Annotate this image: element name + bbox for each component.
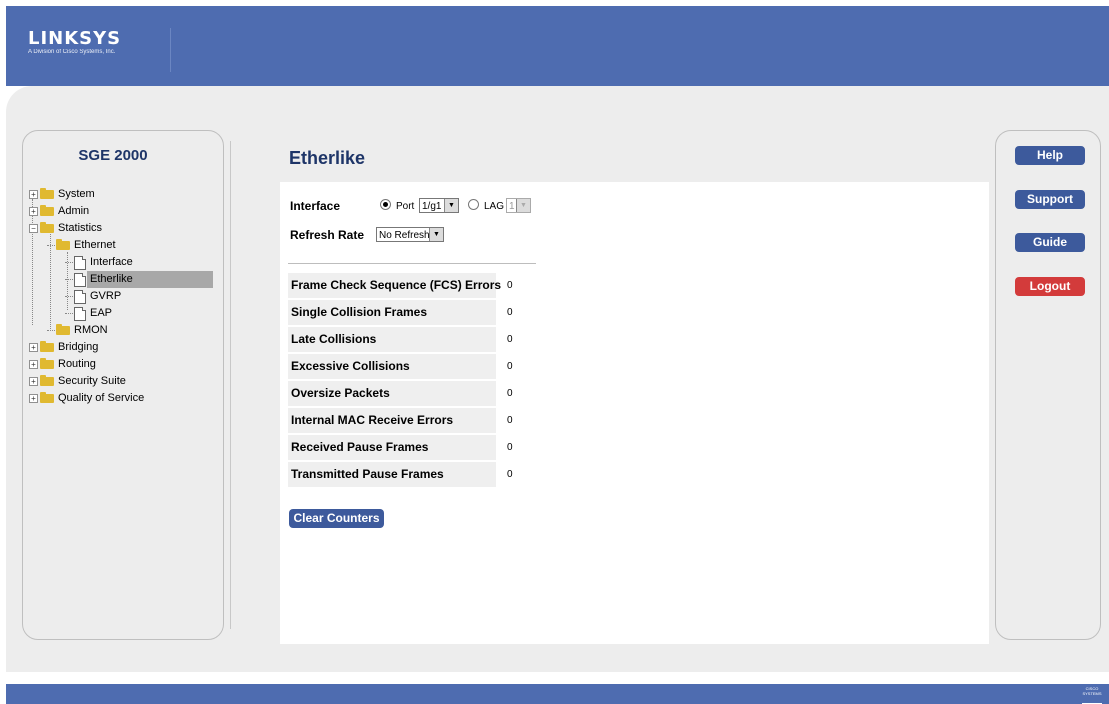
- collapse-icon[interactable]: −: [29, 224, 38, 233]
- dropdown-arrow-icon: ▼: [516, 199, 530, 212]
- expand-icon[interactable]: +: [29, 207, 38, 216]
- refresh-rate-label: Refresh Rate: [290, 228, 365, 242]
- folder-icon: [40, 341, 54, 352]
- stat-label: Frame Check Sequence (FCS) Errors: [288, 273, 501, 298]
- tree-item-eap[interactable]: EAP: [29, 305, 215, 322]
- tree-item-admin[interactable]: + Admin: [29, 203, 215, 220]
- folder-icon: [40, 375, 54, 386]
- guide-button[interactable]: Guide: [1015, 233, 1085, 252]
- tree-item-security-suite[interactable]: + Security Suite: [29, 373, 215, 390]
- tree-item-statistics[interactable]: − Statistics: [29, 220, 215, 237]
- port-select[interactable]: 1/g1 ▼: [419, 198, 459, 213]
- folder-icon: [40, 392, 54, 403]
- page-icon: [74, 255, 86, 270]
- header-bar: LINKSYS A Division of Cisco Systems, Inc…: [6, 6, 1109, 86]
- expand-icon[interactable]: +: [29, 190, 38, 199]
- footer-bar: [6, 684, 1109, 704]
- expand-icon[interactable]: +: [29, 360, 38, 369]
- page-icon: [74, 306, 86, 321]
- stat-label: Single Collision Frames: [288, 300, 496, 325]
- linksys-logo: LINKSYS A Division of Cisco Systems, Inc…: [28, 30, 121, 56]
- folder-icon: [40, 188, 54, 199]
- page-title: Etherlike: [289, 148, 366, 168]
- port-radio[interactable]: [380, 199, 391, 210]
- tree-item-ethernet[interactable]: Ethernet: [29, 237, 215, 254]
- section-divider: [288, 263, 536, 264]
- dropdown-arrow-icon: ▼: [444, 199, 458, 212]
- logo-text: LINKSYS: [28, 28, 122, 49]
- stat-label: Internal MAC Receive Errors: [288, 408, 496, 433]
- stat-label: Excessive Collisions: [288, 354, 496, 379]
- stat-label: Transmitted Pause Frames: [288, 462, 496, 487]
- cisco-logo: CISCO SYSTEMS: [1079, 686, 1105, 704]
- refresh-select-value: No Refresh: [379, 230, 430, 241]
- help-button[interactable]: Help: [1015, 146, 1085, 165]
- stat-value: 0: [507, 415, 513, 426]
- expand-icon[interactable]: +: [29, 343, 38, 352]
- stat-label: Late Collisions: [288, 327, 496, 352]
- panel-divider: [230, 141, 231, 629]
- stat-value: 0: [507, 280, 513, 291]
- open-folder-icon: [40, 222, 54, 233]
- tree-item-bridging[interactable]: + Bridging: [29, 339, 215, 356]
- support-button[interactable]: Support: [1015, 190, 1085, 209]
- lag-label: LAG: [484, 201, 505, 212]
- stat-value: 0: [507, 361, 513, 372]
- tree-item-routing[interactable]: + Routing: [29, 356, 215, 373]
- tree-item-gvrp[interactable]: GVRP: [29, 288, 215, 305]
- stat-value: 0: [507, 469, 513, 480]
- stat-value: 0: [507, 442, 513, 453]
- port-select-value: 1/g1: [422, 201, 442, 212]
- stat-value: 0: [507, 334, 513, 345]
- expand-icon[interactable]: +: [29, 394, 38, 403]
- tree-item-interface[interactable]: Interface: [29, 254, 215, 271]
- interface-label: Interface: [290, 199, 341, 213]
- logo-subtitle: A Division of Cisco Systems, Inc.: [28, 49, 116, 55]
- product-name: SGE 2000: [78, 147, 148, 164]
- logout-button[interactable]: Logout: [1015, 277, 1085, 296]
- open-folder-icon: [56, 239, 70, 250]
- tree-item-system[interactable]: + System: [29, 186, 215, 203]
- tree-item-etherlike[interactable]: Etherlike: [29, 271, 215, 288]
- lag-select-value: 1: [509, 201, 515, 212]
- stat-label: Oversize Packets: [288, 381, 496, 406]
- lag-radio[interactable]: [468, 199, 479, 210]
- expand-icon[interactable]: +: [29, 377, 38, 386]
- page-icon: [74, 272, 86, 287]
- stat-value: 0: [507, 307, 513, 318]
- folder-icon: [56, 324, 70, 335]
- folder-icon: [40, 205, 54, 216]
- page-icon: [74, 289, 86, 304]
- cisco-bridge-icon: [1082, 697, 1102, 704]
- port-label: Port: [396, 201, 415, 212]
- dropdown-arrow-icon: ▼: [429, 228, 443, 241]
- lag-select[interactable]: 1 ▼: [506, 198, 531, 213]
- logo-divider: [170, 28, 171, 72]
- stat-label: Received Pause Frames: [288, 435, 496, 460]
- folder-icon: [40, 358, 54, 369]
- tree-item-rmon[interactable]: RMON: [29, 322, 215, 339]
- refresh-rate-select[interactable]: No Refresh ▼: [376, 227, 444, 242]
- navigation-tree: + System + Admin − Statistics Ethernet Inte…: [29, 186, 215, 407]
- clear-counters-button[interactable]: Clear Counters: [289, 509, 384, 528]
- cisco-logo-text: CISCO SYSTEMS: [1082, 686, 1102, 696]
- stat-value: 0: [507, 388, 513, 399]
- tree-item-quality-of-service[interactable]: + Quality of Service: [29, 390, 215, 407]
